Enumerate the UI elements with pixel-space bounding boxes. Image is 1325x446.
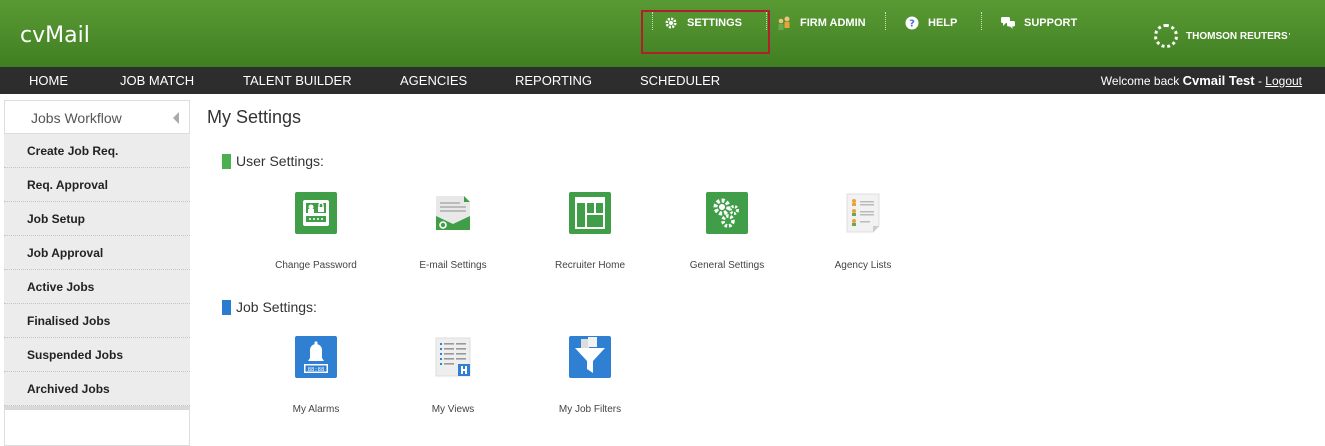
- agency-lists-label: Agency Lists: [834, 260, 892, 271]
- sidebar-item-archived-jobs[interactable]: Archived Jobs: [4, 372, 190, 406]
- page-title: My Settings: [207, 107, 302, 127]
- job-settings-heading-label: Job Settings:: [236, 299, 317, 315]
- general-settings-icon: [706, 192, 748, 234]
- general-settings-tile[interactable]: General Settings: [667, 192, 787, 271]
- support-link[interactable]: SUPPORT: [1000, 13, 1077, 33]
- sidebar-item-create-job-req[interactable]: Create Job Req.: [4, 134, 190, 168]
- thomson-reuters-logo: THOMSON REUTERS ': [1154, 24, 1290, 48]
- welcome-prefix: Welcome back: [1100, 74, 1183, 88]
- sidebar-item-job-approval[interactable]: Job Approval: [4, 236, 190, 270]
- my-alarms-tile[interactable]: 88:88 My Alarms: [256, 336, 376, 415]
- settings-highlight-box: [641, 10, 770, 54]
- sidebar-item-req-approval[interactable]: Req. Approval: [4, 168, 190, 202]
- change-password-icon: [295, 192, 337, 234]
- change-password-tile[interactable]: Change Password: [256, 192, 376, 271]
- change-password-label: Change Password: [275, 260, 357, 271]
- agency-lists-tile[interactable]: Agency Lists: [803, 192, 923, 271]
- nav-home[interactable]: HOME: [29, 73, 68, 88]
- main-nav: HOME JOB MATCH TALENT BUILDER AGENCIES R…: [0, 67, 1325, 94]
- agency-lists-icon: [842, 192, 884, 234]
- nav-reporting[interactable]: REPORTING: [515, 73, 592, 88]
- app-logo[interactable]: cvMail: [20, 23, 90, 48]
- chat-bubbles-icon: [1000, 15, 1016, 31]
- support-link-label: SUPPORT: [1024, 17, 1078, 29]
- funnel-filter-icon: [569, 336, 611, 378]
- header-separator: [981, 12, 982, 30]
- help-link[interactable]: ? HELP: [904, 13, 957, 33]
- user-settings-heading-label: User Settings:: [236, 153, 324, 169]
- thomson-reuters-mark-icon: [1154, 24, 1178, 48]
- brand-name: THOMSON REUTERS: [1186, 30, 1288, 42]
- section-marker: [222, 153, 231, 169]
- alarm-bell-icon: 88:88: [295, 336, 337, 378]
- recruiter-home-tile[interactable]: Recruiter Home: [530, 192, 650, 271]
- email-settings-icon: [432, 192, 474, 234]
- main-content: My Settings User Settings: Change Passwo…: [207, 100, 1317, 446]
- sidebar-item-finalised-jobs[interactable]: Finalised Jobs: [4, 304, 190, 338]
- sidebar-item-active-jobs[interactable]: Active Jobs: [4, 270, 190, 304]
- help-icon: ?: [904, 15, 920, 31]
- my-views-tile[interactable]: My Views: [393, 336, 513, 415]
- collapse-arrow-icon[interactable]: [173, 112, 179, 124]
- logout-link[interactable]: Logout: [1265, 74, 1302, 88]
- my-job-filters-label: My Job Filters: [558, 404, 622, 415]
- email-settings-label: E-mail Settings: [419, 260, 487, 271]
- sidebar-footer: [4, 406, 190, 446]
- jobs-workflow-sidebar: Jobs Workflow Create Job Req. Req. Appro…: [4, 100, 190, 446]
- svg-text:88:88: 88:88: [308, 367, 325, 373]
- recruiter-home-icon: [569, 192, 611, 234]
- top-header: cvMail SETTINGS FIRM ADMIN ? HELP SUPPOR…: [0, 0, 1325, 67]
- sidebar-header: Jobs Workflow: [4, 100, 190, 134]
- firm-admin-link[interactable]: FIRM ADMIN: [776, 13, 866, 33]
- sidebar-title: Jobs Workflow: [31, 110, 122, 126]
- my-alarms-label: My Alarms: [292, 404, 340, 415]
- section-marker: [222, 299, 231, 315]
- my-views-label: My Views: [431, 404, 475, 415]
- welcome-separator: -: [1254, 74, 1266, 88]
- nav-job-match[interactable]: JOB MATCH: [120, 73, 194, 88]
- header-separator: [885, 12, 886, 30]
- job-settings-heading: Job Settings:: [222, 299, 317, 315]
- sidebar-item-suspended-jobs[interactable]: Suspended Jobs: [4, 338, 190, 372]
- brand-mark: ': [1288, 32, 1291, 40]
- welcome-message: Welcome back Cvmail Test - Logout: [1101, 73, 1302, 88]
- help-link-label: HELP: [928, 17, 958, 29]
- people-icon: [776, 15, 792, 31]
- user-settings-heading: User Settings:: [222, 153, 324, 169]
- my-job-filters-tile[interactable]: My Job Filters: [530, 336, 650, 415]
- my-views-icon: [432, 336, 474, 378]
- nav-talent-builder[interactable]: TALENT BUILDER: [243, 73, 352, 88]
- recruiter-home-label: Recruiter Home: [554, 260, 626, 271]
- app-window: cvMail SETTINGS FIRM ADMIN ? HELP SUPPOR…: [0, 0, 1325, 446]
- email-settings-tile[interactable]: E-mail Settings: [393, 192, 513, 271]
- general-settings-label: General Settings: [689, 260, 765, 271]
- sidebar-item-job-setup[interactable]: Job Setup: [4, 202, 190, 236]
- nav-scheduler[interactable]: SCHEDULER: [640, 73, 720, 88]
- nav-agencies[interactable]: AGENCIES: [400, 73, 467, 88]
- firm-admin-link-label: FIRM ADMIN: [800, 17, 866, 29]
- user-name: Cvmail Test: [1182, 73, 1255, 88]
- svg-text:?: ?: [909, 19, 915, 30]
